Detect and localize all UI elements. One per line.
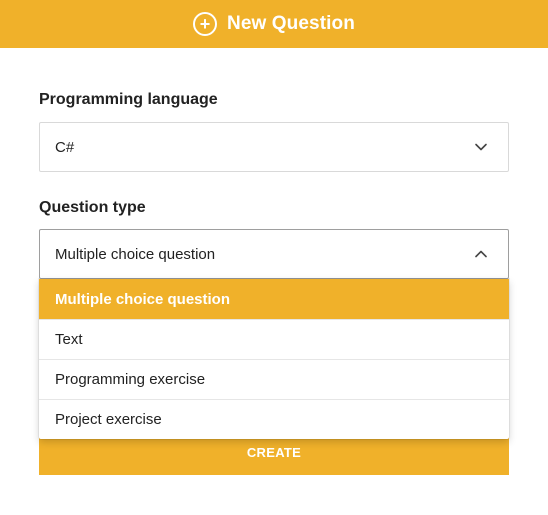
question-type-label: Question type	[39, 199, 146, 216]
dropdown-option-programming-exercise[interactable]: Programming exercise	[39, 359, 509, 399]
chevron-down-icon	[474, 140, 488, 154]
question-type-select-value: Multiple choice question	[55, 245, 216, 263]
dropdown-option-project-exercise[interactable]: Project exercise	[39, 399, 509, 439]
dropdown-option-multiple-choice[interactable]: Multiple choice question	[39, 279, 509, 319]
page-header: + New Question	[0, 0, 548, 48]
plus-circle-icon: +	[193, 12, 218, 36]
language-select-value: C#	[55, 138, 75, 156]
language-select[interactable]: C#	[39, 122, 509, 172]
chevron-up-icon	[474, 247, 488, 261]
language-label: Programming language	[39, 91, 218, 108]
dropdown-option-text[interactable]: Text	[39, 319, 509, 359]
question-type-select[interactable]: Multiple choice question	[39, 229, 509, 279]
page-title: New Question	[227, 13, 355, 34]
question-type-dropdown: Multiple choice question Text Programmin…	[39, 279, 509, 439]
